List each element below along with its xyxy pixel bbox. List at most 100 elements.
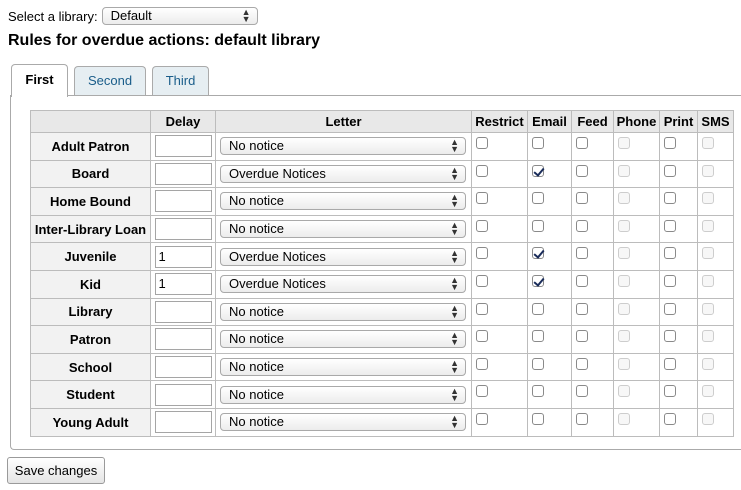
print-checkbox[interactable] <box>664 302 676 315</box>
delay-input[interactable] <box>154 383 212 406</box>
feed-checkbox[interactable] <box>576 192 588 205</box>
email-checkbox[interactable] <box>532 192 544 205</box>
delay-input[interactable] <box>154 328 212 351</box>
email-checkbox[interactable] <box>532 330 544 343</box>
delay-input[interactable] <box>154 356 212 379</box>
print-checkbox[interactable] <box>664 192 676 205</box>
library-select-value: Default <box>110 8 152 23</box>
letter-select[interactable]: No notice ▲ ▼ <box>220 330 466 349</box>
patron-category-label: Young Adult <box>30 407 151 437</box>
letter-cell: No notice ▲ ▼ <box>215 380 472 409</box>
restrict-checkbox[interactable] <box>476 357 488 370</box>
print-checkbox[interactable] <box>664 219 676 232</box>
email-checkbox[interactable] <box>532 247 544 260</box>
letter-select[interactable]: Overdue Notices ▲ ▼ <box>220 164 466 183</box>
print-checkbox[interactable] <box>664 137 676 149</box>
delay-input[interactable] <box>154 190 212 213</box>
letter-select[interactable]: No notice ▲ ▼ <box>220 192 466 211</box>
letter-select[interactable]: No notice ▲ ▼ <box>220 220 466 239</box>
restrict-checkbox[interactable] <box>476 302 488 315</box>
letter-cell: No notice ▲ ▼ <box>215 325 472 354</box>
email-checkbox[interactable] <box>532 274 544 287</box>
table-header-row: Delay Letter Restrict Email Feed Phone P… <box>30 110 734 133</box>
restrict-checkbox[interactable] <box>476 412 488 425</box>
print-cell <box>659 187 698 216</box>
delay-input[interactable] <box>154 411 212 434</box>
library-select[interactable]: Default ▲ ▼ <box>101 7 258 25</box>
delay-input[interactable] <box>154 135 212 158</box>
patron-category-label: Juvenile <box>30 242 151 271</box>
letter-select[interactable]: Overdue Notices ▲ ▼ <box>220 275 466 294</box>
print-checkbox[interactable] <box>664 385 676 398</box>
print-checkbox[interactable] <box>664 274 676 287</box>
feed-checkbox[interactable] <box>576 302 588 315</box>
feed-checkbox[interactable] <box>576 137 588 149</box>
email-cell <box>527 380 572 409</box>
restrict-cell <box>471 269 528 299</box>
restrict-checkbox[interactable] <box>476 247 488 260</box>
print-cell <box>659 407 698 437</box>
sms-checkbox <box>702 385 714 398</box>
restrict-checkbox[interactable] <box>476 137 488 149</box>
feed-checkbox[interactable] <box>576 357 588 370</box>
restrict-checkbox[interactable] <box>476 219 488 232</box>
select-arrows-icon: ▲ ▼ <box>450 330 459 348</box>
feed-checkbox[interactable] <box>576 330 588 343</box>
letter-cell: No notice ▲ ▼ <box>215 132 472 161</box>
delay-input[interactable]: 1 <box>154 245 212 268</box>
delay-input[interactable] <box>154 300 212 323</box>
delay-input[interactable] <box>154 162 212 185</box>
email-checkbox[interactable] <box>532 412 544 425</box>
phone-checkbox <box>618 219 630 232</box>
restrict-checkbox[interactable] <box>476 192 488 205</box>
save-changes-button[interactable]: Save changes <box>7 457 105 484</box>
delay-cell <box>150 132 216 161</box>
feed-checkbox[interactable] <box>576 274 588 287</box>
restrict-checkbox[interactable] <box>476 274 488 287</box>
patron-category-label: Student <box>30 380 151 409</box>
tab-first[interactable]: First <box>11 64 68 97</box>
header-phone: Phone <box>613 110 660 133</box>
table-row: Student No notice ▲ ▼ <box>30 380 734 409</box>
email-checkbox[interactable] <box>532 385 544 398</box>
letter-select[interactable]: Overdue Notices ▲ ▼ <box>220 247 466 266</box>
print-checkbox[interactable] <box>664 247 676 260</box>
sms-checkbox <box>702 274 714 287</box>
letter-cell: Overdue Notices ▲ ▼ <box>215 269 472 299</box>
print-checkbox[interactable] <box>664 412 676 425</box>
letter-select-value: Overdue Notices <box>229 165 326 181</box>
tab-third[interactable]: Third <box>152 66 209 96</box>
letter-select[interactable]: No notice ▲ ▼ <box>220 413 466 432</box>
email-checkbox[interactable] <box>532 164 544 177</box>
feed-checkbox[interactable] <box>576 247 588 260</box>
feed-checkbox[interactable] <box>576 219 588 232</box>
letter-select[interactable]: No notice ▲ ▼ <box>220 385 466 404</box>
restrict-checkbox[interactable] <box>476 330 488 343</box>
print-checkbox[interactable] <box>664 330 676 343</box>
print-cell <box>659 214 698 244</box>
restrict-checkbox[interactable] <box>476 385 488 398</box>
phone-cell <box>613 214 660 244</box>
feed-checkbox[interactable] <box>576 412 588 425</box>
header-blank <box>30 110 151 133</box>
restrict-checkbox[interactable] <box>476 164 488 177</box>
letter-select[interactable]: No notice ▲ ▼ <box>220 137 466 156</box>
email-checkbox[interactable] <box>532 357 544 370</box>
print-checkbox[interactable] <box>664 357 676 370</box>
email-cell <box>527 159 572 189</box>
feed-checkbox[interactable] <box>576 385 588 398</box>
table-row: School No notice ▲ ▼ <box>30 352 734 382</box>
email-checkbox[interactable] <box>532 302 544 315</box>
email-checkbox[interactable] <box>532 137 544 149</box>
delay-input[interactable]: 1 <box>154 273 212 296</box>
letter-select[interactable]: No notice ▲ ▼ <box>220 358 466 377</box>
email-checkbox[interactable] <box>532 219 544 232</box>
feed-checkbox[interactable] <box>576 164 588 177</box>
phone-checkbox <box>618 412 630 425</box>
email-cell <box>527 214 572 244</box>
delay-input[interactable] <box>154 218 212 241</box>
tab-second[interactable]: Second <box>74 66 146 96</box>
print-checkbox[interactable] <box>664 164 676 177</box>
letter-select[interactable]: No notice ▲ ▼ <box>220 302 466 321</box>
header-sms: SMS <box>697 110 734 133</box>
